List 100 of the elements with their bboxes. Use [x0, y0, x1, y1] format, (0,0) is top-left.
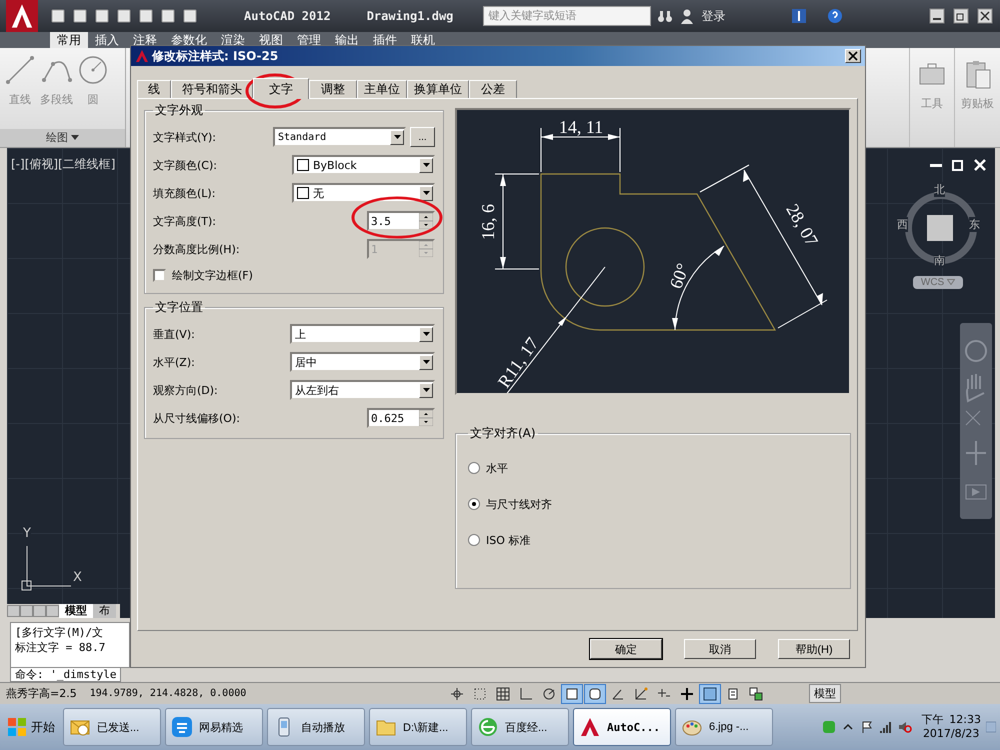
dialog-button[interactable]: 取消 [684, 639, 756, 659]
dialog-tab[interactable]: 换算单位 [407, 80, 469, 98]
restore-icon[interactable] [952, 7, 970, 25]
dialog-tab[interactable]: 线 [137, 80, 171, 98]
browse-button[interactable]: ... [410, 127, 435, 147]
dialog-tab[interactable]: 公差 [469, 80, 517, 98]
coordinates-readout: 194.9789, 214.4828, 0.0000 [90, 688, 246, 699]
search-field[interactable]: 键入关键字或短语 [483, 6, 652, 26]
drafting-toggle-button[interactable] [700, 684, 720, 702]
polar-icon [542, 686, 556, 700]
taskbar-button[interactable]: 6.jpg -... [675, 708, 773, 746]
flag-icon[interactable] [860, 720, 874, 734]
circle-tool-icon [77, 54, 109, 86]
compass-label: 西 [897, 217, 908, 232]
radio-label[interactable]: 与尺寸线对齐 [486, 496, 552, 512]
network-signal-icon[interactable] [879, 720, 894, 734]
binoculars-icon[interactable] [657, 8, 674, 24]
color-dropdown[interactable]: 无 [292, 183, 435, 203]
dropdown[interactable]: 从左到右 [290, 380, 435, 400]
drafting-toggle-button[interactable] [562, 684, 582, 702]
line-tool-icon [4, 54, 36, 86]
dimension-text: 16, 6 [478, 204, 498, 240]
field-label: 填充颜色(L): [153, 186, 216, 200]
taskbar-button[interactable]: 网易精选 [165, 708, 263, 746]
radio-label[interactable]: ISO 标准 [486, 532, 530, 548]
radio-button[interactable] [468, 498, 480, 510]
group-title: 文字位置 [154, 299, 204, 316]
dialog-tab[interactable]: 符号和箭头 [171, 80, 253, 98]
spinner-arrows-icon[interactable] [419, 213, 433, 229]
checkbox-label[interactable]: 绘制文字边框(F) [172, 268, 253, 282]
taskbar-button[interactable]: 百度经... [471, 708, 569, 746]
color-dropdown[interactable]: ByBlock [292, 155, 435, 175]
taskbar-button[interactable]: D:\新建... [369, 708, 467, 746]
radio-label[interactable]: 水平 [486, 460, 508, 476]
windows-logo-icon [6, 716, 28, 738]
ribbon-tab[interactable]: 输出 [328, 32, 366, 48]
ribbon-tab[interactable]: 插入 [88, 32, 126, 48]
ribbon-tab[interactable]: 视图 [252, 32, 290, 48]
text-style-dropdown[interactable]: Standard [273, 127, 406, 147]
dialog-button[interactable]: 确定 [590, 639, 662, 659]
compass-label: 南 [934, 253, 945, 268]
browser-icon [477, 716, 499, 738]
taskbar-button[interactable]: 自动播放 [267, 708, 365, 746]
clock-period: 下午 [921, 713, 944, 727]
dropdown[interactable]: 上 [290, 324, 435, 344]
group-title: 文字外观 [154, 102, 204, 119]
ribbon-tab[interactable]: 管理 [290, 32, 328, 48]
compass-label: 北 [934, 182, 945, 197]
field-label: 分数高度比例(H): [153, 242, 240, 256]
dialog-button[interactable]: 帮助(H) [778, 639, 850, 659]
minimize-icon[interactable] [928, 7, 946, 25]
restore-icon[interactable] [951, 158, 965, 172]
radio-button[interactable] [468, 534, 480, 546]
dialog-tab[interactable]: 文字 [253, 78, 309, 99]
dialog-tab[interactable]: 主单位 [357, 80, 407, 98]
help-icon[interactable] [827, 8, 844, 24]
ribbon-tab[interactable]: 常用 [50, 32, 88, 48]
caret-icon [947, 279, 955, 285]
start-button[interactable]: 开始 [2, 709, 59, 745]
caret-icon[interactable] [71, 135, 80, 141]
command-input[interactable]: 命令: '_dimstyle [10, 668, 122, 682]
ribbon-tab[interactable]: 插件 [366, 32, 404, 48]
taskbar-button[interactable]: 已发送... [63, 708, 161, 746]
spinner-arrows-icon[interactable] [419, 410, 433, 426]
color-swatch [297, 159, 309, 171]
model-space-button[interactable]: 模型 [809, 684, 841, 703]
ribbon-tab[interactable]: 注释 [126, 32, 164, 48]
sign-in-link[interactable]: 登录 [701, 8, 726, 24]
document-icon [726, 686, 740, 700]
viewport-label[interactable]: [-][俯视][二维线框] [11, 156, 116, 173]
layout-tab[interactable]: 模型 [59, 604, 93, 618]
ribbon-tab[interactable]: 渲染 [214, 32, 252, 48]
dimension-text: 28, 07 [782, 200, 822, 250]
field-label: 垂直(V): [153, 326, 195, 342]
color-swatch [297, 187, 309, 199]
user-icon [679, 8, 696, 24]
dropdown[interactable]: 居中 [290, 352, 435, 372]
field-label: 文字样式(Y): [153, 130, 216, 144]
muted-speaker-icon[interactable] [898, 720, 912, 734]
number-field[interactable]: 3.5 [367, 211, 435, 231]
clock-time: 12:33 [949, 713, 981, 727]
square-icon [565, 686, 579, 700]
close-icon[interactable] [976, 7, 994, 25]
panel-title[interactable]: 绘图 [46, 131, 68, 144]
radio-button[interactable] [468, 462, 480, 474]
ribbon-tab[interactable]: 联机 [404, 32, 442, 48]
corner-icon [519, 686, 533, 700]
dimension-text: 14, 11 [558, 117, 604, 137]
checkbox[interactable] [153, 268, 166, 282]
taskbar-button[interactable]: AutoC... [573, 708, 671, 746]
close-button[interactable] [845, 49, 861, 63]
dotted-square-icon [473, 686, 487, 700]
number-field[interactable]: 0.625 [367, 408, 435, 428]
layout-tab[interactable]: 布 [93, 604, 116, 618]
dialog-tab[interactable]: 调整 [309, 80, 357, 98]
command-line: 标注文字 = 88.7 [15, 640, 106, 655]
dimension-text: R11, 17 [494, 334, 542, 392]
group-title: 文字对齐(A) [469, 425, 537, 442]
app-icon [171, 716, 193, 738]
drafting-toggle-button[interactable] [585, 684, 605, 702]
